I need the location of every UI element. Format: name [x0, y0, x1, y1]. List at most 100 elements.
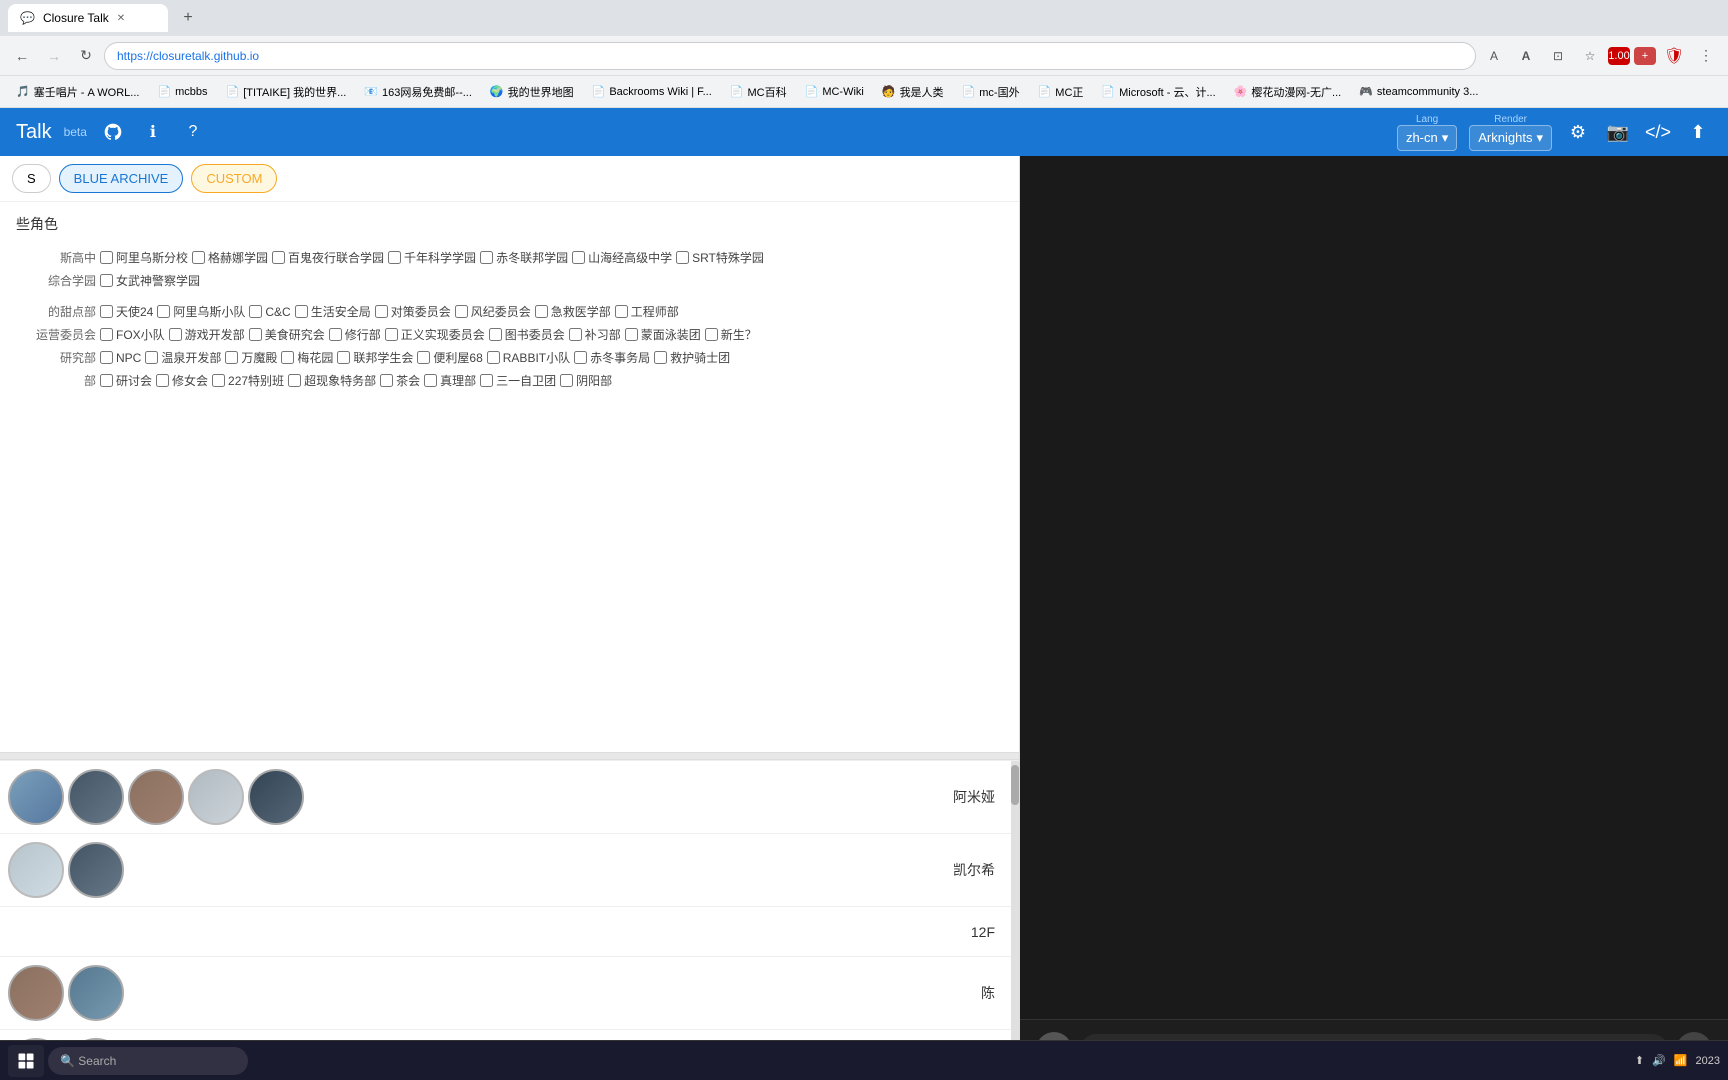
checkbox-温泉开发部[interactable]: 温泉开发部	[145, 349, 221, 366]
avatar-kaltsit-2[interactable]	[68, 842, 124, 898]
extensions-area: A A ⊡ ☆ 1.00 + 🛡 ⋮	[1480, 42, 1720, 70]
settings-icon[interactable]: ⚙	[1564, 118, 1592, 146]
checkbox-女武神警察学园[interactable]: 女武神警察学园	[100, 272, 200, 289]
checkbox-联邦学生会[interactable]: 联邦学生会	[337, 349, 413, 366]
reload-button[interactable]: ↻	[72, 42, 100, 70]
avatar-amiya-3[interactable]	[128, 769, 184, 825]
taskbar: 🔍 Search ⬆ 🔊 📶 2023	[0, 1040, 1728, 1080]
checkbox-阿里乌斯分校[interactable]: 阿里乌斯分校	[100, 249, 188, 266]
bookmark-8[interactable]: 🧑 我是人类	[874, 82, 952, 102]
checkbox-百鬼夜行联合学园[interactable]: 百鬼夜行联合学园	[272, 249, 384, 266]
checkbox-蒙面泳装团[interactable]: 蒙面泳装团	[625, 326, 701, 343]
avatar-amiya-5[interactable]	[248, 769, 304, 825]
info-icon[interactable]: ℹ	[139, 118, 167, 146]
checkbox-研讨会[interactable]: 研讨会	[100, 372, 152, 389]
forward-button[interactable]: →	[40, 42, 68, 70]
tab-s[interactable]: S	[12, 164, 51, 193]
checkbox-山海经高级中学[interactable]: 山海经高级中学	[572, 249, 672, 266]
checkbox-对策委员会[interactable]: 对策委员会	[375, 303, 451, 320]
checkbox-茶会[interactable]: 茶会	[380, 372, 420, 389]
avatar-chen-1[interactable]	[8, 965, 64, 1021]
avatar-chen-2[interactable]	[68, 965, 124, 1021]
cast-icon[interactable]: ⊡	[1544, 42, 1572, 70]
checkbox-阴阳部[interactable]: 阴阳部	[560, 372, 612, 389]
lang-dropdown[interactable]: zh-cn ▾	[1397, 125, 1457, 151]
render-dropdown[interactable]: Arknights ▾	[1469, 125, 1552, 151]
bookmark-9[interactable]: 📄 mc-国外	[954, 82, 1028, 102]
avatar-kaltsit-1[interactable]	[8, 842, 64, 898]
avatar-amiya-1[interactable]	[8, 769, 64, 825]
profile-icon[interactable]: ⋮	[1692, 42, 1720, 70]
ext3-icon[interactable]: 🛡	[1660, 42, 1688, 70]
clubs4-label: 部	[16, 372, 96, 389]
bookmark-5[interactable]: 📄 Backrooms Wiki | F...	[584, 83, 720, 100]
bookmark-icon[interactable]: ☆	[1576, 42, 1604, 70]
bookmark-6[interactable]: 📄 MC百科	[722, 82, 795, 102]
checkbox-超现象特务部[interactable]: 超现象特务部	[288, 372, 376, 389]
checkbox-急救医学部[interactable]: 急救医学部	[535, 303, 611, 320]
render-value: Arknights	[1478, 130, 1532, 145]
checkbox-美食研究会[interactable]: 美食研究会	[249, 326, 325, 343]
checkbox-游戏开发部[interactable]: 游戏开发部	[169, 326, 245, 343]
bookmark-4[interactable]: 🌍 我的世界地图	[482, 82, 582, 102]
new-tab-button[interactable]: +	[176, 6, 200, 30]
checkbox-天使24[interactable]: 天使24	[100, 303, 153, 320]
bookmark-12[interactable]: 🌸 樱花动漫网-无广...	[1226, 82, 1350, 102]
checkbox-修行部[interactable]: 修行部	[329, 326, 381, 343]
ext2-icon[interactable]: +	[1634, 47, 1656, 65]
checkbox-CC[interactable]: C&C	[249, 305, 290, 319]
checkbox-真理部[interactable]: 真理部	[424, 372, 476, 389]
browser-tab-bar: 💬 Closure Talk ✕ +	[0, 0, 1728, 36]
checkbox-NPC[interactable]: NPC	[100, 351, 141, 365]
github-icon[interactable]	[99, 118, 127, 146]
code-icon[interactable]: </>	[1644, 118, 1672, 146]
upload-icon[interactable]: ⬆	[1684, 118, 1712, 146]
checkbox-阿里乌斯小队[interactable]: 阿里乌斯小队	[157, 303, 245, 320]
checkbox-便利屋68[interactable]: 便利屋68	[417, 349, 482, 366]
checkbox-赤冬联邦学园[interactable]: 赤冬联邦学园	[480, 249, 568, 266]
checkbox-修女会[interactable]: 修女会	[156, 372, 208, 389]
checkbox-SRT特殊学园[interactable]: SRT特殊学园	[676, 249, 764, 266]
tab-close-icon[interactable]: ✕	[117, 13, 125, 24]
checkbox-赤冬事务局[interactable]: 赤冬事务局	[574, 349, 650, 366]
checkbox-万魔殿[interactable]: 万魔殿	[225, 349, 277, 366]
checkbox-工程师部[interactable]: 工程师部	[615, 303, 679, 320]
checkbox-三一自卫团[interactable]: 三一自卫团	[480, 372, 556, 389]
checkbox-风纪委员会[interactable]: 风纪委员会	[455, 303, 531, 320]
checkbox-梅花园[interactable]: 梅花园	[281, 349, 333, 366]
checkbox-新生[interactable]: 新生？	[705, 326, 757, 343]
bookmark-3[interactable]: 📧 163网易免费邮--...	[356, 82, 480, 102]
checkbox-FOX小队[interactable]: FOX小队	[100, 326, 165, 343]
tab-blue-archive[interactable]: BLUE ARCHIVE	[59, 164, 184, 193]
address-bar[interactable]: https://closuretalk.github.io	[104, 42, 1476, 70]
ext1-icon[interactable]: 1.00	[1608, 47, 1630, 65]
checkbox-227特别班[interactable]: 227特别班	[212, 372, 284, 389]
checkbox-RABBIT小队[interactable]: RABBIT小队	[487, 349, 570, 366]
avatar-amiya-2[interactable]	[68, 769, 124, 825]
bookmark-11[interactable]: 📄 Microsoft - 云、计...	[1093, 82, 1223, 102]
bookmark-13[interactable]: 🎮 steamcommunity 3...	[1351, 83, 1486, 100]
translate-icon[interactable]: A	[1480, 42, 1508, 70]
active-tab[interactable]: 💬 Closure Talk ✕	[8, 4, 168, 32]
checkbox-补习部[interactable]: 补习部	[569, 326, 621, 343]
avatar-amiya-4[interactable]	[188, 769, 244, 825]
start-button[interactable]	[8, 1045, 44, 1077]
bookmark-1[interactable]: 📄 mcbbs	[149, 83, 215, 100]
camera-icon[interactable]: 📷	[1604, 118, 1632, 146]
checkbox-格赫娜学园[interactable]: 格赫娜学园	[192, 249, 268, 266]
checkbox-生活安全局[interactable]: 生活安全局	[295, 303, 371, 320]
bookmark-2[interactable]: 📄 [TITAIKE] 我的世界...	[218, 82, 355, 102]
bookmark-0[interactable]: 🎵 塞壬唱片 - A WORL...	[8, 82, 147, 102]
back-button[interactable]: ←	[8, 42, 36, 70]
tab-custom[interactable]: CUSTOM	[191, 164, 277, 193]
checkbox-图书委员会[interactable]: 图书委员会	[489, 326, 565, 343]
help-icon[interactable]: ?	[179, 118, 207, 146]
checkbox-正义实现委员会[interactable]: 正义实现委员会	[385, 326, 485, 343]
taskbar-search[interactable]: 🔍 Search	[48, 1047, 248, 1075]
checkbox-千年科学学园[interactable]: 千年科学学园	[388, 249, 476, 266]
reading-mode-icon[interactable]: A	[1512, 42, 1540, 70]
checkbox-救护骑士团[interactable]: 救护骑士团	[654, 349, 730, 366]
bookmark-7[interactable]: 📄 MC-Wiki	[797, 83, 872, 100]
character-list: 阿米娅 凯尔希 12F 陈	[0, 760, 1019, 1080]
bookmark-10[interactable]: 📄 MC正	[1030, 82, 1092, 102]
